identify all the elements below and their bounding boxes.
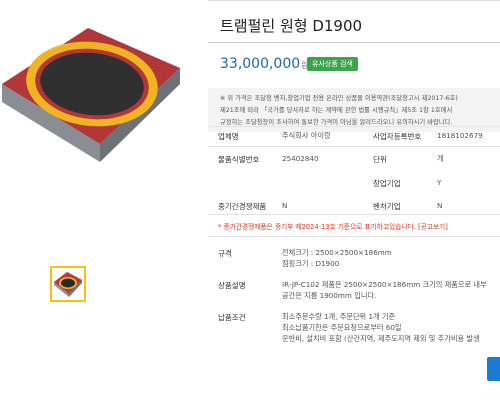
info-row-divider: [208, 146, 500, 147]
venture-label: 벤처기업: [373, 202, 401, 211]
price-value: 33,000,000: [220, 56, 301, 72]
notice-line-2-warning: 「국가를 당사자로 하는 계약에 관한 법률 시행규칙」제5조 1항 1호에서: [260, 107, 453, 114]
bizno-value: 1818102679: [437, 131, 483, 140]
delivery-line-1: 최소주문수량 1개, 주문단위 1개 기준: [282, 312, 396, 321]
product-thumbnail[interactable]: [50, 266, 86, 302]
spec-line-1: 전체크기 : 2500×2500×186mm: [282, 248, 392, 257]
supplier-value: 주식회사 아이랑: [282, 131, 331, 140]
sme-competition-value: N: [282, 201, 288, 210]
info-bottom-divider: [208, 214, 500, 215]
startup-label: 창업기업: [373, 179, 401, 188]
notice-line-3-warning: 규정하는 조달청장이 조사하여 통보한 가격이 아님을 알려드리오니 유의: [220, 119, 408, 126]
startup-value: Y: [437, 178, 442, 187]
description-line-1: IR-JP-C102 제품은 2500×2500×186mm 크기의 제품으로 …: [282, 280, 487, 289]
notice-line-2: 제21조에 따라 「국가를 당사자로 하는 계약에 관한 법률 시행규칙」제5조…: [220, 105, 452, 114]
description-line-2: 공간은 지름 1900mm 입니다.: [282, 291, 377, 300]
description-label: 상품설명: [218, 281, 246, 290]
title-divider: [208, 42, 500, 43]
venture-value: N: [437, 201, 443, 210]
product-title: 트램펄린 원형 D1900: [220, 17, 363, 35]
notice-line-3: 규정하는 조달청장이 조사하여 통보한 가격이 아님을 알려드리오니 유의하시기…: [220, 117, 452, 126]
item-id-label: 물품식별번호: [218, 155, 260, 164]
details-top-divider: [208, 236, 500, 237]
sme-notice-link[interactable]: * 중기간경쟁제품은 중기부 제2024-13호 기준으로 표기하고있습니다. …: [218, 221, 448, 231]
notice-line-2-prefix: 제21조에 따라: [220, 107, 261, 114]
similar-product-search-button[interactable]: 유사상품 검색: [307, 57, 358, 71]
supplier-label: 업체명: [218, 132, 239, 141]
delivery-line-2: 최소납품기한은 주문요청으로부터 60일: [282, 323, 402, 332]
details-section: 규격 전체크기 : 2500×2500×186mm 점핑크기 : D1900 상…: [208, 240, 500, 400]
sme-competition-label: 중기간경쟁제품: [218, 202, 267, 211]
product-price: 33,000,000원: [220, 56, 309, 72]
unit-label: 단위: [373, 155, 387, 164]
delivery-label: 납품조건: [218, 313, 246, 322]
top-divider: [208, 0, 500, 1]
info-top-divider: [208, 126, 500, 127]
spec-line-2: 점핑크기 : D1900: [282, 259, 340, 268]
bizno-label: 사업자등록번호: [373, 132, 422, 141]
delivery-line-3: 운반비, 설치비 포함 (산간지역, 제주도지역 제외 및 추가비용 발생: [282, 334, 480, 343]
thumbnail-image: [54, 272, 82, 297]
notice-line-1: ※ 위 가격은 조달청 벤처,창업기업 전용 온라인 상품몰 이용약관(조달청고…: [220, 95, 458, 102]
item-id-value: 25402840: [282, 154, 319, 163]
side-action-button[interactable]: [487, 357, 500, 381]
spec-label: 규격: [218, 249, 232, 258]
notice-line-3-suffix: 하시기 바랍니다.: [407, 119, 453, 126]
product-main-image: [2, 28, 180, 162]
unit-value: 개: [437, 154, 444, 163]
